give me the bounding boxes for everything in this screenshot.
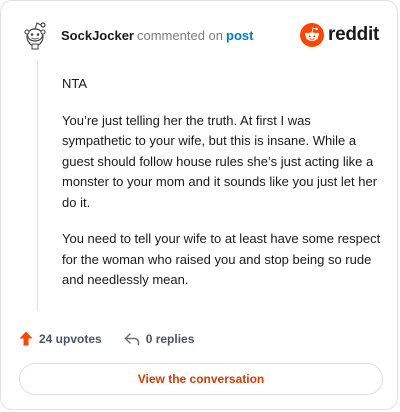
action-text: commented on <box>137 27 223 43</box>
upvote-arrow-icon <box>19 331 33 346</box>
comment-paragraph: You need to tell your wife to at least h… <box>62 231 381 287</box>
comment-header: SockJocker commented on post reddit <box>19 19 379 51</box>
thread-line <box>37 61 38 311</box>
comment-actions: 24 upvotes 0 replies <box>19 331 194 346</box>
comment-paragraph: NTA <box>62 76 88 91</box>
post-link[interactable]: post <box>226 28 253 43</box>
comment-paragraph: You’re just telling her the truth. At fi… <box>62 112 378 210</box>
upvote-button[interactable]: 24 upvotes <box>19 331 102 346</box>
comment-meta: SockJocker commented on post <box>61 28 253 43</box>
reddit-snoo-icon <box>300 23 325 47</box>
upvotes-count: 24 upvotes <box>39 331 102 346</box>
reply-arrow-icon <box>124 332 139 345</box>
replies-count: 0 replies <box>145 331 195 346</box>
reply-button[interactable]: 0 replies <box>124 331 195 346</box>
comment-body: NTA You’re just telling her the truth. A… <box>62 74 382 307</box>
brand-wordmark: reddit <box>328 24 379 45</box>
comment-card: SockJocker commented on post reddit NTA Yo… <box>0 0 398 410</box>
snoo-avatar-icon[interactable] <box>19 19 51 51</box>
username-link[interactable]: SockJocker <box>61 28 134 43</box>
reddit-logo[interactable]: reddit <box>300 23 379 47</box>
view-conversation-button[interactable]: View the conversation <box>19 363 383 395</box>
